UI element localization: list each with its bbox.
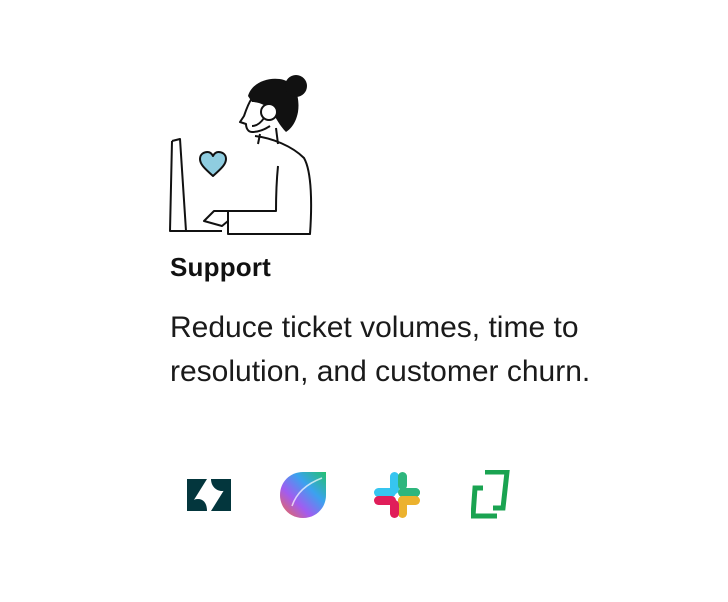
support-agent-illustration [160, 66, 320, 246]
card-description: Reduce ticket volumes, time to resolutio… [170, 311, 591, 388]
card-title: Support [170, 252, 272, 282]
integration-logos [178, 464, 554, 526]
freshdesk-logo-icon [272, 464, 334, 526]
zendesk-logo-icon [178, 464, 240, 526]
helpscout-logo-icon [460, 464, 522, 526]
slack-logo-icon [366, 464, 428, 526]
support-card: Support Reduce ticket volumes, time to r… [0, 0, 728, 602]
